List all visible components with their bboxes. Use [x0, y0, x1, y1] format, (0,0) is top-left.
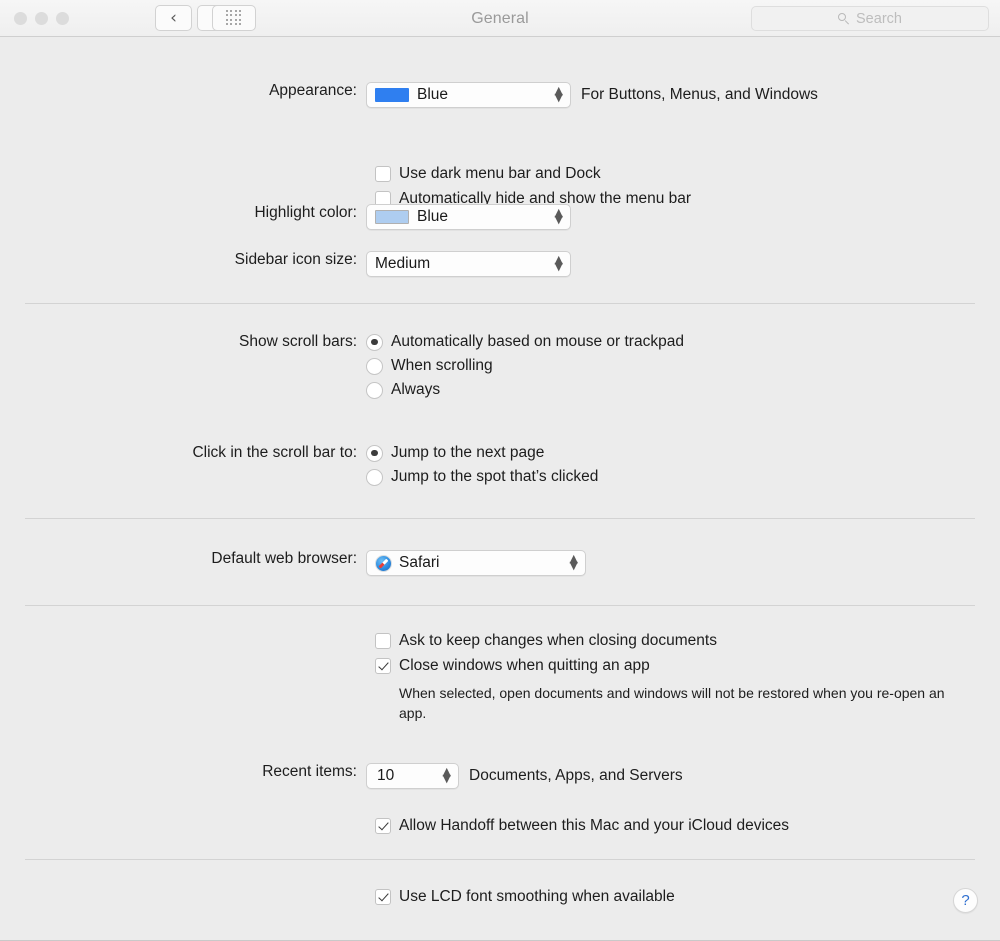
recent-items-control: 10 ▲ ▼	[366, 763, 459, 789]
preferences-pane: Appearance: Blue ▲ ▼ For Buttons, Menus, …	[0, 37, 1000, 940]
scroll-bars-option-always[interactable]: Always	[366, 381, 684, 399]
click-scroll-bar-row: Click in the scroll bar to: Jump to the …	[0, 444, 598, 492]
help-button[interactable]: ?	[953, 888, 978, 913]
recent-items-stepper[interactable]: 10 ▲ ▼	[366, 763, 459, 789]
handoff-checkbox[interactable]	[375, 818, 391, 834]
dark-menu-bar-checkbox-row[interactable]: Use dark menu bar and Dock	[375, 165, 691, 183]
close-windows-checkbox[interactable]	[375, 658, 391, 674]
recent-items-row: Recent items: 10 ▲ ▼ Documents, Apps, and…	[0, 763, 683, 789]
separator-4	[25, 859, 975, 860]
scroll-bars-label-auto: Automatically based on mouse or trackpad	[391, 333, 684, 350]
click-scroll-radio-spot-clicked[interactable]	[366, 468, 383, 486]
font-smoothing-group: Use LCD font smoothing when available	[375, 888, 675, 913]
font-smoothing-label: Use LCD font smoothing when available	[399, 888, 675, 905]
sidebar-icon-size-value: Medium	[375, 255, 431, 272]
chevron-updown-icon: ▲ ▼	[554, 253, 563, 273]
chevron-updown-icon: ▲ ▼	[554, 84, 563, 104]
dark-menu-bar-checkbox[interactable]	[375, 166, 391, 182]
dark-menu-bar-label: Use dark menu bar and Dock	[399, 165, 601, 182]
highlight-color-value: Blue	[417, 208, 449, 225]
show-scroll-bars-options: Automatically based on mouse or trackpad…	[366, 333, 684, 405]
scroll-bars-radio-auto[interactable]	[366, 333, 383, 351]
sidebar-icon-size-row: Sidebar icon size: Medium ▲ ▼	[0, 251, 571, 277]
ask-to-keep-changes-row[interactable]: Ask to keep changes when closing documen…	[375, 632, 959, 650]
highlight-color-popup[interactable]: Blue ▲ ▼	[366, 204, 571, 230]
separator-2	[25, 518, 975, 519]
appearance-popup[interactable]: Blue ▲ ▼	[366, 82, 571, 108]
separator-3	[25, 605, 975, 606]
handoff-label: Allow Handoff between this Mac and your …	[399, 817, 790, 834]
search-field[interactable]: Search	[751, 6, 989, 31]
click-scroll-bar-label: Click in the scroll bar to:	[192, 444, 357, 461]
search-icon	[838, 12, 850, 25]
appearance-label: Appearance:	[269, 82, 357, 99]
chevron-updown-icon: ▲ ▼	[442, 765, 451, 785]
chevron-updown-icon: ▲ ▼	[554, 206, 563, 226]
handoff-group: Allow Handoff between this Mac and your …	[375, 817, 789, 842]
appearance-row: Appearance: Blue ▲ ▼ For Buttons, Menus, …	[0, 82, 818, 108]
documents-group: Ask to keep changes when closing documen…	[375, 632, 959, 724]
default-web-browser-popup[interactable]: Safari ▲ ▼	[366, 550, 586, 576]
window-toolbar: ‹ › General Search	[0, 0, 1000, 37]
scroll-bars-label-always: Always	[391, 381, 441, 398]
highlight-color-row: Highlight color: Blue ▲ ▼	[0, 204, 571, 230]
font-smoothing-checkbox[interactable]	[375, 889, 391, 905]
appearance-color-swatch	[375, 88, 409, 102]
sidebar-icon-size-popup[interactable]: Medium ▲ ▼	[366, 251, 571, 277]
default-web-browser-label: Default web browser:	[211, 550, 357, 567]
sidebar-icon-size-control: Medium ▲ ▼	[366, 251, 571, 277]
highlight-color-control: Blue ▲ ▼	[366, 204, 571, 230]
scroll-bars-label-when-scrolling: When scrolling	[391, 357, 493, 374]
documents-helper-text: When selected, open documents and window…	[399, 685, 945, 722]
separator-1	[25, 303, 975, 304]
ask-to-keep-changes-label: Ask to keep changes when closing documen…	[399, 632, 717, 649]
recent-items-label: Recent items:	[262, 763, 357, 780]
handoff-row[interactable]: Allow Handoff between this Mac and your …	[375, 817, 789, 835]
safari-icon	[375, 554, 392, 572]
click-scroll-option-next-page[interactable]: Jump to the next page	[366, 444, 598, 462]
question-mark-icon: ?	[961, 892, 970, 909]
default-web-browser-row: Default web browser: Safari ▲ ▼	[0, 550, 586, 576]
recent-items-suffix: Documents, Apps, and Servers	[469, 767, 683, 784]
sidebar-icon-size-label: Sidebar icon size:	[234, 251, 357, 268]
recent-items-value: 10	[377, 767, 395, 784]
font-smoothing-row[interactable]: Use LCD font smoothing when available	[375, 888, 675, 906]
appearance-control: Blue ▲ ▼	[366, 82, 571, 108]
default-web-browser-value: Safari	[399, 554, 440, 571]
close-windows-row[interactable]: Close windows when quitting an app	[375, 657, 959, 675]
click-scroll-label-spot-clicked: Jump to the spot that’s clicked	[391, 468, 599, 485]
scroll-bars-option-when-scrolling[interactable]: When scrolling	[366, 357, 684, 375]
appearance-hint: For Buttons, Menus, and Windows	[581, 86, 818, 103]
chevron-updown-icon: ▲ ▼	[569, 552, 578, 572]
show-scroll-bars-row: Show scroll bars: Automatically based on…	[0, 333, 684, 405]
scroll-bars-option-auto[interactable]: Automatically based on mouse or trackpad	[366, 333, 684, 351]
click-scroll-label-next-page: Jump to the next page	[391, 444, 545, 461]
ask-to-keep-changes-checkbox[interactable]	[375, 633, 391, 649]
highlight-color-label: Highlight color:	[254, 204, 357, 221]
default-web-browser-control: Safari ▲ ▼	[366, 550, 586, 576]
system-preferences-window: ‹ › General Search Appearance:	[0, 0, 1000, 941]
scroll-bars-radio-when-scrolling[interactable]	[366, 357, 383, 375]
highlight-color-swatch	[375, 210, 409, 224]
scroll-bars-radio-always[interactable]	[366, 381, 383, 399]
search-placeholder: Search	[856, 10, 902, 27]
show-scroll-bars-label: Show scroll bars:	[238, 333, 357, 350]
appearance-value: Blue	[417, 86, 449, 103]
click-scroll-radio-next-page[interactable]	[366, 444, 383, 462]
close-windows-label: Close windows when quitting an app	[399, 657, 650, 674]
click-scroll-bar-options: Jump to the next page Jump to the spot t…	[366, 444, 598, 492]
click-scroll-option-spot-clicked[interactable]: Jump to the spot that’s clicked	[366, 468, 598, 486]
